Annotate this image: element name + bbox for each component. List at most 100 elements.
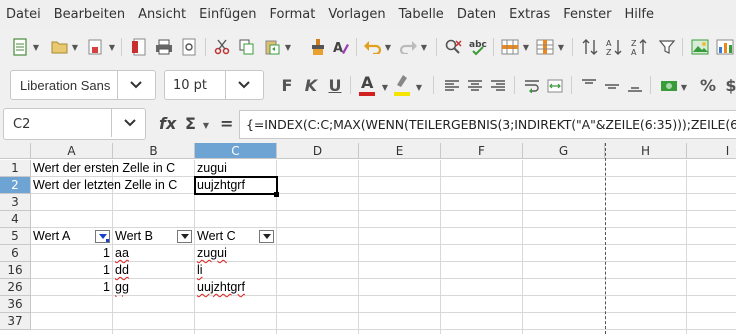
column-header-b[interactable]: B	[113, 143, 195, 159]
align-middle-icon[interactable]	[600, 74, 624, 98]
chevron-down-icon[interactable]: ▼	[556, 39, 566, 55]
font-color-button[interactable]: A	[358, 73, 378, 97]
row-header-5[interactable]: 5	[0, 228, 31, 245]
row-header-1[interactable]: 1	[0, 160, 31, 177]
menu-datei[interactable]: Datei	[6, 7, 41, 22]
paste-icon[interactable]	[260, 35, 284, 59]
cell-a6[interactable]: 1	[31, 245, 113, 262]
menu-vorlagen[interactable]: Vorlagen	[328, 7, 385, 22]
column-header-h[interactable]: H	[605, 143, 687, 159]
fill-handle[interactable]	[274, 192, 279, 197]
select-all-corner[interactable]	[0, 143, 31, 159]
function-wizard-button[interactable]: fx	[159, 114, 176, 133]
align-left-icon[interactable]	[440, 74, 464, 98]
menu-extras[interactable]: Extras	[509, 7, 550, 22]
new-document-icon[interactable]	[8, 35, 32, 59]
sort-ascending-icon[interactable]: AZ	[603, 35, 627, 59]
column-header-d[interactable]: D	[277, 143, 359, 159]
highlight-color-button[interactable]	[393, 73, 413, 97]
menu-fenster[interactable]: Fenster	[563, 7, 611, 22]
chevron-down-icon[interactable]: ▼	[383, 39, 393, 55]
column-header-i[interactable]: I	[687, 143, 736, 159]
insert-image-icon[interactable]	[688, 35, 712, 59]
row-header-3[interactable]: 3	[0, 194, 31, 211]
cut-icon[interactable]	[210, 35, 234, 59]
sort-descending-icon[interactable]: ZA	[628, 35, 652, 59]
formula-input[interactable]: {=INDEX(C:C;MAX(WENN(TEILERGEBNIS(3;INDI…	[239, 110, 736, 139]
align-bottom-icon[interactable]	[623, 74, 647, 98]
chevron-down-icon[interactable]: ▼	[70, 39, 80, 55]
insert-chart-icon[interactable]	[713, 35, 736, 59]
currency-format-button[interactable]: $	[724, 73, 736, 97]
cell-c26[interactable]: uujzhtgrf	[195, 279, 277, 296]
row-header-36[interactable]: 36	[0, 296, 31, 313]
align-right-icon[interactable]	[486, 74, 510, 98]
menu-format[interactable]: Format	[270, 7, 316, 22]
cell-c6[interactable]: zugui	[195, 245, 277, 262]
autofilter-dropdown-b[interactable]	[177, 230, 192, 243]
row-icon[interactable]	[498, 35, 522, 59]
sort-icon[interactable]	[578, 35, 602, 59]
menu-tabelle[interactable]: Tabelle	[399, 7, 444, 22]
sum-button[interactable]: Σ	[185, 114, 196, 133]
cell-a26[interactable]: 1	[31, 279, 113, 296]
column-header-g[interactable]: G	[523, 143, 605, 159]
chevron-down-icon[interactable]: ▼	[201, 117, 211, 133]
cell-a16[interactable]: 1	[31, 262, 113, 279]
font-size-combo[interactable]: 10 pt	[164, 70, 264, 100]
row-header-26[interactable]: 26	[0, 279, 31, 296]
menu-daten[interactable]: Daten	[457, 7, 496, 22]
autofilter-dropdown-a[interactable]	[95, 230, 110, 243]
chevron-down-icon[interactable]	[238, 80, 250, 90]
cell-c16[interactable]: li	[195, 262, 277, 279]
print-icon[interactable]	[152, 35, 176, 59]
column-header-c[interactable]: C	[195, 143, 277, 159]
cell-a2[interactable]: Wert der letzten Zelle in C	[31, 177, 195, 194]
chevron-down-icon[interactable]: ▼	[107, 39, 117, 55]
copy-icon[interactable]	[235, 35, 259, 59]
percent-format-button[interactable]: %	[700, 73, 716, 97]
align-top-icon[interactable]	[577, 74, 601, 98]
row-header-6[interactable]: 6	[0, 245, 31, 262]
row-header-37[interactable]: 37	[0, 313, 31, 330]
menu-einfuegen[interactable]: Einfügen	[199, 7, 256, 22]
clear-formatting-icon[interactable]: A	[329, 35, 353, 59]
chevron-down-icon[interactable]	[124, 118, 136, 128]
export-pdf-icon[interactable]	[127, 35, 151, 59]
column-icon[interactable]	[533, 35, 557, 59]
spelling-icon[interactable]: abc	[466, 35, 490, 59]
font-name-combo[interactable]: Liberation Sans	[10, 70, 156, 100]
menu-ansicht[interactable]: Ansicht	[138, 7, 186, 22]
cell-b26[interactable]: gg	[113, 279, 195, 296]
clone-formatting-icon[interactable]	[306, 35, 330, 59]
cell-b16[interactable]: dd	[113, 262, 195, 279]
align-center-icon[interactable]	[463, 74, 487, 98]
chevron-down-icon[interactable]: ▼	[419, 39, 429, 55]
italic-button[interactable]: K	[303, 73, 319, 97]
open-folder-icon[interactable]	[48, 35, 72, 59]
menu-hilfe[interactable]: Hilfe	[624, 7, 654, 22]
print-preview-icon[interactable]	[177, 35, 201, 59]
cell-b6[interactable]: aa	[113, 245, 195, 262]
chevron-down-icon[interactable]: ▼	[679, 79, 689, 95]
row-header-16[interactable]: 16	[0, 262, 31, 279]
autofilter-dropdown-c[interactable]	[259, 230, 274, 243]
column-header-a[interactable]: A	[31, 143, 113, 159]
chevron-down-icon[interactable]: ▼	[414, 79, 424, 95]
redo-icon[interactable]	[396, 35, 420, 59]
row-header-2[interactable]: 2	[0, 177, 31, 194]
cell-a1[interactable]: Wert der ersten Zelle in C	[31, 160, 195, 177]
name-box[interactable]: C2	[3, 108, 146, 140]
chevron-down-icon[interactable]: ▼	[283, 39, 293, 55]
chevron-down-icon[interactable]: ▼	[31, 39, 41, 55]
column-header-f[interactable]: F	[441, 143, 523, 159]
autofilter-icon[interactable]	[655, 35, 679, 59]
formula-button[interactable]: =	[220, 114, 233, 133]
chevron-down-icon[interactable]: ▼	[521, 39, 531, 55]
chevron-down-icon[interactable]	[130, 80, 142, 90]
row-header-4[interactable]: 4	[0, 211, 31, 228]
wrap-text-icon[interactable]	[520, 74, 544, 98]
menu-bearbeiten[interactable]: Bearbeiten	[54, 7, 125, 22]
cell-c1[interactable]: zugui	[195, 160, 277, 177]
chevron-down-icon[interactable]: ▼	[380, 79, 390, 95]
